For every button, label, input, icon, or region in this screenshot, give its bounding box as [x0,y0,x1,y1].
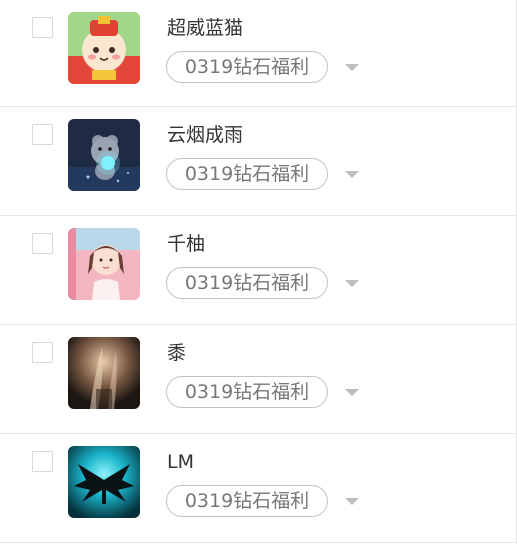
girl-portrait-avatar-icon[interactable] [68,228,140,300]
member-name: 千柚 [167,233,206,255]
chevron-down-icon[interactable] [345,280,359,287]
list-item: 云烟成雨 0319钻石福利 [0,107,516,216]
list-item: 千柚 0319钻石福利 [0,216,516,325]
bear-holding-light-avatar-icon[interactable] [68,119,140,191]
select-checkbox[interactable] [32,124,53,145]
group-tag-button[interactable]: 0319钻石福利 [166,376,328,408]
member-name: LM [167,451,194,473]
select-checkbox[interactable] [32,342,53,363]
member-name: 超威蓝猫 [167,17,244,39]
chevron-down-icon[interactable] [345,498,359,505]
group-tag-button[interactable]: 0319钻石福利 [166,158,328,190]
group-tag-button[interactable]: 0319钻石福利 [166,267,328,299]
cartoon-mascot-avatar-icon[interactable] [68,12,140,84]
list-item: LM 0319钻石福利 [0,434,516,543]
select-checkbox[interactable] [32,233,53,254]
member-name: 黍 [167,342,187,364]
chevron-down-icon[interactable] [345,389,359,396]
group-tag-button[interactable]: 0319钻石福利 [166,51,328,83]
winged-silhouette-avatar-icon[interactable] [68,446,140,518]
list-item: 超威蓝猫 0319钻石福利 [0,0,516,107]
list-item: 黍 0319钻石福利 [0,325,516,434]
select-checkbox[interactable] [32,17,53,38]
member-name: 云烟成雨 [167,124,244,146]
smoky-scene-avatar-icon[interactable] [68,337,140,409]
chevron-down-icon[interactable] [345,64,359,71]
select-checkbox[interactable] [32,451,53,472]
chevron-down-icon[interactable] [345,171,359,178]
group-tag-button[interactable]: 0319钻石福利 [166,485,328,517]
member-list: 超威蓝猫 0319钻石福利 云烟成雨 0319钻石福利 千柚 0319钻石福利 … [0,0,517,544]
